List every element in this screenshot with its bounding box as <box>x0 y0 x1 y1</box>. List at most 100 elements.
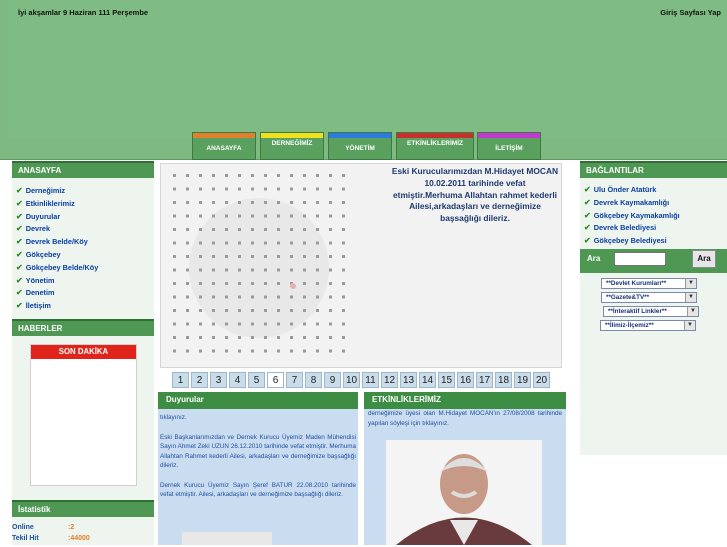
page-button[interactable]: 5 <box>248 372 265 388</box>
page-button[interactable]: 1 <box>172 372 189 388</box>
menu-item-iletisim[interactable]: ✔ İletişim <box>12 300 154 313</box>
news-slider[interactable]: Eski Kurucularımızdan M.Hidayet MOCAN 10… <box>160 163 562 368</box>
grid-dot <box>342 255 345 258</box>
page-button[interactable]: 2 <box>191 372 208 388</box>
stat-row: Tekil Hit:44000 <box>12 533 90 544</box>
menu-item-etkinliklerimiz[interactable]: ✔ Etkinliklerimiz <box>12 198 154 211</box>
grid-dot <box>342 309 345 312</box>
link-gokcebey-belediyesi[interactable]: ✔ Gökçebey Belediyesi <box>580 235 727 248</box>
link-devrek-kaymakamligi[interactable]: ✔ Devrek Kaymakamlığı <box>580 197 727 210</box>
search-button[interactable]: Ara <box>692 250 716 268</box>
grid-dot <box>303 322 306 326</box>
page-button[interactable]: 18 <box>495 372 512 388</box>
menu-item-dernegimiz[interactable]: ✔ Derneğimiz <box>12 185 154 198</box>
link-ataturk[interactable]: ✔ Ulu Önder Atatürk <box>580 184 727 197</box>
select-devlet-kurumlari[interactable]: **Devlet Kurumları** ▼ <box>601 278 697 289</box>
grid-dot <box>173 309 176 312</box>
grid-dot <box>264 295 267 299</box>
grid-dot <box>186 201 189 204</box>
select-ilimiz-ilcemiz[interactable]: **İlimiz-İlçemiz** ▼ <box>600 320 696 331</box>
chevron-down-icon: ▼ <box>684 321 695 330</box>
tab-yonetim[interactable]: YÖNETİM <box>328 132 392 160</box>
search-bar: Ara Ara <box>580 249 727 273</box>
page-button[interactable]: 7 <box>286 372 303 388</box>
grid-dot <box>238 322 241 326</box>
tab-anasayfa[interactable]: ANASAYFA <box>192 132 256 160</box>
grid-dot <box>290 174 293 177</box>
grid-dot <box>199 309 202 312</box>
grid-dot <box>186 228 189 231</box>
menu-item-gokcebey-belde-koy[interactable]: ✔ Gökçebey Belde/Köy <box>12 262 154 275</box>
grid-dot <box>316 336 319 339</box>
page-button[interactable]: 14 <box>419 372 436 388</box>
menu-item-devrek-belde-koy[interactable]: ✔ Devrek Belde/Köy <box>12 236 154 249</box>
menu-item-devrek[interactable]: ✔ Devrek <box>12 223 154 236</box>
grid-dot <box>342 268 345 272</box>
page-button[interactable]: 15 <box>438 372 455 388</box>
grid-dot <box>238 295 241 299</box>
duyurular-panel: Duyurular tıklayınız. Eski Başkanlarımız… <box>158 392 358 545</box>
page-button[interactable]: 17 <box>476 372 493 388</box>
page-button[interactable]: 19 <box>514 372 531 388</box>
menu-item-yonetim[interactable]: ✔ Yönetim <box>12 275 154 288</box>
check-icon: ✔ <box>584 236 591 246</box>
tab-etkinliklerimiz[interactable]: ETKİNLİKLERİMİZ <box>396 132 474 160</box>
menu-item-gokcebey[interactable]: ✔ Gökçebey <box>12 249 154 262</box>
page-button[interactable]: 16 <box>457 372 474 388</box>
grid-dot <box>186 322 189 326</box>
select-interaktif-linkler[interactable]: **İnteraktif Linkler** ▼ <box>603 306 699 317</box>
menu-item-duyurular[interactable]: ✔ Duyurular <box>12 211 154 224</box>
select-gazete-tv[interactable]: **Gazete&TV** ▼ <box>601 292 697 303</box>
grid-dot <box>173 255 176 258</box>
grid-dot <box>251 282 254 285</box>
page-button[interactable]: 12 <box>381 372 398 388</box>
grid-dot <box>303 255 306 258</box>
chevron-down-icon: ▼ <box>685 293 696 302</box>
check-icon: ✔ <box>16 211 23 221</box>
menu-item-denetim[interactable]: ✔ Denetim <box>12 287 154 300</box>
grid-dot <box>212 322 215 326</box>
duyuru-item[interactable]: Dernek Kurucu Üyemiz Sayın Şeref BATUR 2… <box>160 481 356 500</box>
duyuru-fragment[interactable]: tıklayınız. <box>160 413 356 423</box>
grid-dot <box>303 268 306 272</box>
page-button[interactable]: 9 <box>324 372 341 388</box>
grid-dot <box>199 255 202 258</box>
grid-dot <box>290 228 293 231</box>
page-button[interactable]: 13 <box>400 372 417 388</box>
baglantilar-title: BAĞLANTILAR <box>580 161 727 178</box>
page-button[interactable]: 10 <box>343 372 360 388</box>
grid-dot <box>316 228 319 231</box>
grid-dot <box>225 336 228 339</box>
menu-label: Devrek <box>25 224 51 234</box>
tab-label: ANASAYFA <box>206 145 242 152</box>
grid-dot <box>316 295 319 299</box>
grid-dot <box>329 174 332 177</box>
grid-dot <box>238 187 241 191</box>
grid-dot <box>238 309 241 312</box>
page-button[interactable]: 4 <box>229 372 246 388</box>
stat-label: Tekil Hit <box>12 535 39 542</box>
page-button[interactable]: 20 <box>533 372 550 388</box>
link-gokcebey-kaymakamligi[interactable]: ✔ Gökçebey Kaymakamlığı <box>580 210 727 223</box>
grid-dot <box>290 322 293 326</box>
set-homepage-link[interactable]: Giriş Sayfası Yap <box>660 8 721 17</box>
tab-iletisim[interactable]: İLETİŞİM <box>477 132 541 160</box>
search-input[interactable] <box>614 252 666 266</box>
link-label: Ulu Önder Atatürk <box>593 185 657 194</box>
page-button[interactable]: 6 <box>267 372 284 388</box>
grid-dot <box>264 187 267 191</box>
duyuru-item[interactable]: Eski Başkanlarımızdan ve Dernek Kurucu Ü… <box>160 433 356 471</box>
link-label: Gökçebey Kaymakamlığı <box>593 210 680 220</box>
check-icon: ✔ <box>16 237 23 247</box>
page-button[interactable]: 8 <box>305 372 322 388</box>
page-button[interactable]: 3 <box>210 372 227 388</box>
page-button[interactable]: 11 <box>362 372 379 388</box>
grid-dot <box>316 174 319 177</box>
grid-dot <box>264 174 267 177</box>
grid-dot <box>251 228 254 231</box>
etkinlik-text[interactable]: derneğimize üyesi olan M.Hidayet MOCAN'ı… <box>364 409 566 429</box>
link-devrek-belediyesi[interactable]: ✔ Devrek Belediyesi <box>580 222 727 235</box>
slide-image <box>165 168 353 363</box>
tab-dernegimiz[interactable]: DERNEĞİMİZ <box>260 132 324 160</box>
grid-dot <box>342 349 345 353</box>
